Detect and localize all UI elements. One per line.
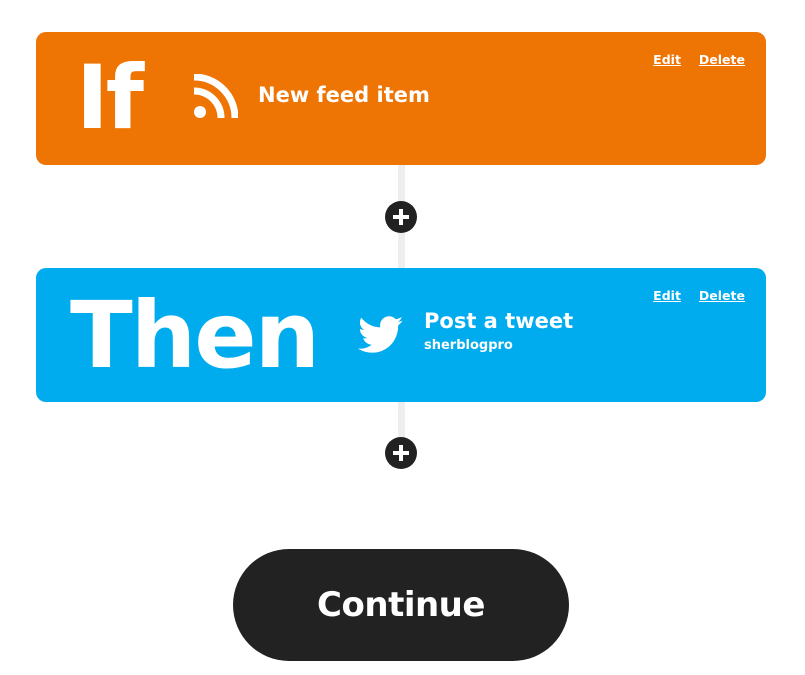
trigger-title: New feed item <box>258 83 430 107</box>
action-actions: Edit Delete <box>653 288 745 303</box>
rss-icon <box>193 74 238 119</box>
trigger-edit-link[interactable]: Edit <box>653 52 681 67</box>
action-delete-link[interactable]: Delete <box>699 288 745 303</box>
action-card[interactable]: Then Post a tweet sherblogpro Edit Delet… <box>36 268 766 402</box>
twitter-icon <box>358 316 404 353</box>
then-keyword: Then <box>70 282 320 389</box>
action-account: sherblogpro <box>424 338 513 353</box>
add-step-button[interactable] <box>385 437 417 469</box>
add-step-button[interactable] <box>385 201 417 233</box>
plus-icon <box>393 445 409 461</box>
action-edit-link[interactable]: Edit <box>653 288 681 303</box>
trigger-delete-link[interactable]: Delete <box>699 52 745 67</box>
plus-icon <box>393 209 409 225</box>
continue-button[interactable]: Continue <box>233 549 569 661</box>
if-keyword: If <box>76 46 144 149</box>
trigger-card[interactable]: If New feed item Edit Delete <box>36 32 766 165</box>
trigger-actions: Edit Delete <box>653 52 745 67</box>
action-title: Post a tweet <box>424 309 574 333</box>
